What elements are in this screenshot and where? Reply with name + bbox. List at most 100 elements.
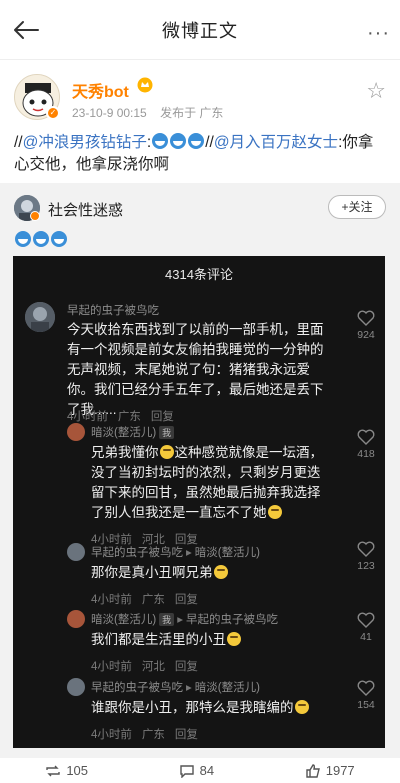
post-source: 发布于 广东 [160,106,224,120]
commenter-name: 早起的虫子被鸟吃 [67,305,159,317]
comment-location: 河北 [141,661,165,673]
crying-emoji-icon [227,632,241,646]
follow-button[interactable]: +关注 [328,195,386,219]
mention-link[interactable]: @月入百万赵女士 [214,134,338,151]
commenter-name-text: 早起的虫子被鸟吃 [91,547,183,559]
comment-count: 84 [199,763,215,778]
commenter-name: 早起的虫子被鸟吃 ▸ 暗淡(整活儿) [91,679,260,695]
commenter-avatar [25,302,55,332]
reply-link: 回复 [150,411,174,423]
repost-button[interactable]: 105 [45,763,88,778]
post-header: ✓ 天秀bot 23-10-9 00:15 发布于 广东 ☆ //@冲浪男孩钻钻… [0,60,400,180]
comment-text-part: 我们都是生活里的小丑 [91,632,226,647]
verified-badge-icon: ✓ [46,106,60,120]
comment-screenshot[interactable]: 4314条评论 早起的虫子被鸟吃 今天收拾东西找到了以前的一部手机，里面有一个视… [13,256,385,748]
comment-time: 4小时前 [67,411,108,423]
comment-text: 今天收拾东西找到了以前的一部手机，里面有一个视频是前女友偷拍我睡觉的一分钟的无声… [67,322,324,417]
like-control: 123 [356,541,376,572]
heart-icon [357,680,375,696]
comment-text-part: 兄弟我懂你 [91,445,159,460]
comment-time: 4小时前 [91,729,132,741]
like-count: 924 [357,329,375,341]
like-count-total: 1977 [325,763,355,778]
comment-text: 谁跟你是小丑，那特么是我瞎编的 [91,698,331,718]
crying-emoji-icon [267,505,282,519]
commenter-name-text: 暗淡(整活儿) [91,614,157,626]
comment-icon [179,764,194,778]
laughing-emoji-icon [213,565,228,579]
repost-count: 105 [66,763,89,778]
reply-link: 回复 [174,594,198,606]
commenter-avatar [67,543,85,561]
heart-icon [357,429,375,445]
bottom-action-bar: 105 84 1977 [0,758,400,783]
vip-crown-icon [137,77,153,93]
comment-location: 广东 [141,729,165,741]
commenter-name: 暗淡(整活儿) 我 ▸ 早起的虫子被鸟吃 [91,611,278,627]
reposted-card[interactable]: 社会性迷惑 +关注 4314条评论 早起的虫子被鸟吃 今天收拾东西找到了以前的一… [0,183,400,758]
back-arrow-icon[interactable] [10,14,42,46]
comment-text-part: 那你是真小丑啊兄弟 [91,565,213,580]
laughing-emoji-icon [294,700,309,714]
text-separator: // [205,134,214,151]
comment-text: 那你是真小丑啊兄弟 [91,563,331,583]
repost-emojis [14,231,68,247]
comment-meta: 4小时前 广东 回复 [67,408,184,424]
post-meta: 23-10-9 00:15 发布于 广东 [72,104,233,121]
doge-emoji-icon [188,133,205,149]
comment-meta: 4小时前 广东 回复 [91,591,208,607]
repost-username[interactable]: 社会性迷惑 [48,199,123,220]
like-control: 41 [356,612,376,643]
post-body: //@冲浪男孩钻钻子://@月入百万赵女士:你拿心交他，他拿尿浇你啊 [14,132,386,176]
like-control: 924 [356,310,376,341]
like-count: 418 [357,448,375,460]
comment-location: 广东 [141,594,165,606]
like-count: 154 [357,699,375,711]
page-title: 微博正文 [162,20,238,41]
reply-link: 回复 [174,661,198,673]
more-options-icon[interactable]: ··· [367,22,390,45]
like-count: 123 [357,560,375,572]
reply-link: 回复 [174,729,198,741]
comment-time: 4小时前 [91,661,132,673]
comment-text: 兄弟我懂你 这种感觉就像是一坛酒，没了当初封坛时的浓烈，只剩岁月更迭留下来的回甘，… [91,443,331,523]
reply-to-name: 暗淡(整活儿) [194,682,260,694]
reply-arrow-icon: ▸ [186,682,192,694]
crying-emoji-icon [159,445,174,459]
like-control: 154 [356,680,376,711]
comment-text-part: 谁跟你是小丑，那特么是我瞎编的 [91,700,294,715]
me-tag: 我 [159,613,175,626]
comment-text: 我们都是生活里的小丑 [91,630,331,650]
commenter-avatar [67,678,85,696]
doge-emoji-icon [51,231,67,247]
commenter-name: 早起的虫子被鸟吃 ▸ 暗淡(整活儿) [91,544,260,560]
commenter-name-text: 早起的虫子被鸟吃 [91,682,183,694]
like-button[interactable]: 1977 [305,763,355,778]
thumbs-up-icon [306,763,320,778]
text-colon: : [146,134,152,151]
heart-icon [357,612,375,628]
like-control: 418 [356,429,376,460]
favorite-star-icon[interactable]: ☆ [366,80,386,102]
doge-emoji-icon [152,133,169,149]
doge-emoji-icon [170,133,187,149]
commenter-avatar [67,610,85,628]
mention-link[interactable]: @冲浪男孩钻钻子 [23,134,147,151]
post-time: 23-10-9 00:15 [72,106,147,120]
comment-location: 广东 [117,411,141,423]
post-username[interactable]: 天秀bot [72,78,129,102]
like-count: 41 [360,631,372,643]
me-tag: 我 [159,426,175,439]
comment-count-title: 4314条评论 [165,267,233,282]
text-prefix: // [14,134,23,151]
commenter-name: 暗淡(整活儿) 我 [91,424,175,440]
comment-meta: 4小时前 广东 回复 [91,726,208,742]
reply-to-name: 早起的虫子被鸟吃 [185,614,278,626]
verified-badge-icon [30,211,40,221]
heart-icon [357,541,375,557]
reply-arrow-icon: ▸ [186,547,192,559]
comment-button[interactable]: 84 [179,763,214,778]
heart-icon [357,310,375,326]
commenter-name-text: 暗淡(整活儿) [91,427,157,439]
commenter-avatar [67,423,85,441]
